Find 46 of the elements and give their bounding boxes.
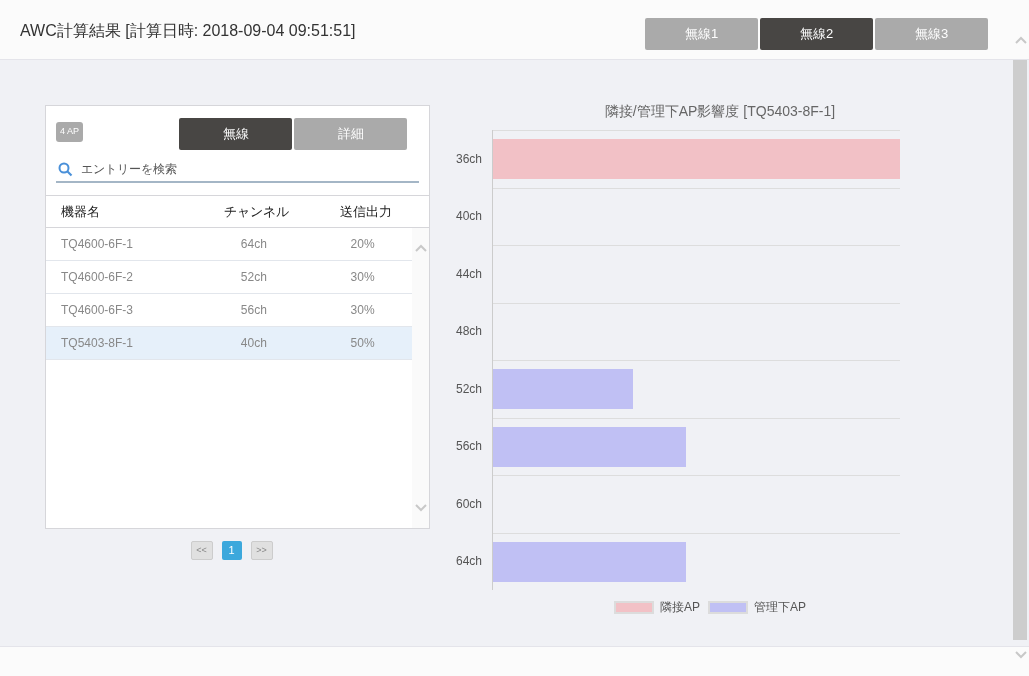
next-page-button[interactable]: >> — [250, 541, 273, 560]
axis-label: 56ch — [455, 438, 482, 456]
panel-tab[interactable]: 詳細 — [294, 118, 407, 150]
axis-label: 52ch — [455, 380, 482, 398]
table-cell-text: 30% — [349, 302, 376, 319]
ap-count-badge: 4 AP — [56, 122, 83, 142]
table-row[interactable]: TQ5403-8F-1 40ch 50% — [46, 327, 412, 360]
table-cell-text: TQ5403-8F-1 — [60, 335, 135, 352]
axis-label: 64ch — [455, 553, 482, 571]
panel-tab[interactable]: 無線 — [179, 118, 292, 150]
table-cell-text: 52ch — [239, 269, 268, 286]
search-field[interactable]: エントリーを検索 — [81, 160, 419, 178]
scroll-up-icon[interactable] — [1015, 36, 1027, 44]
table-cell-text: 56ch — [239, 302, 268, 319]
axis-label: 40ch — [455, 208, 482, 226]
prev-page-button[interactable]: << — [190, 541, 213, 560]
table-cell-text: TQ4600-6F-3 — [60, 302, 135, 319]
axis-label: 36ch — [455, 150, 482, 168]
scroll-up-icon[interactable] — [414, 244, 427, 252]
table-cell-text: TQ4600-6F-1 — [60, 236, 135, 253]
column-header: 送信出力 — [339, 202, 393, 221]
table-row[interactable]: TQ4600-6F-1 64ch 20% — [46, 228, 412, 261]
table-cell-text: 20% — [349, 236, 376, 253]
radio-tab[interactable]: 無線1 — [645, 18, 758, 50]
legend-label: 隣接AP — [660, 599, 700, 616]
table-row[interactable]: TQ4600-6F-2 52ch 30% — [46, 261, 412, 294]
scroll-down-icon[interactable] — [1015, 651, 1027, 659]
axis-label: 60ch — [455, 495, 482, 513]
table-cell-text: 64ch — [239, 236, 268, 253]
axis-label: 48ch — [455, 323, 482, 341]
radio-tab[interactable]: 無線3 — [875, 18, 988, 50]
scrollbar-thumb[interactable] — [1013, 60, 1027, 640]
table-cell-text: 40ch — [239, 335, 268, 352]
legend-label: 管理下AP — [754, 599, 806, 616]
chart-title: 隣接/管理下AP影響度 [TQ5403-8F-1] — [603, 102, 837, 121]
radio-tab[interactable]: 無線2 — [760, 18, 873, 50]
table-cell-text: 50% — [349, 335, 376, 352]
table-cell-text: TQ4600-6F-2 — [60, 269, 135, 286]
search-icon — [58, 161, 73, 177]
column-header: 機器名 — [60, 202, 101, 221]
column-header: チャンネル — [222, 202, 290, 221]
page-button[interactable]: 1 — [221, 541, 242, 560]
scroll-down-icon[interactable] — [414, 504, 427, 512]
axis-label: 44ch — [455, 265, 482, 283]
page-title: AWC計算結果 [計算日時: 2018-09-04 09:51:51] — [20, 21, 357, 41]
table-cell-text: 30% — [349, 269, 376, 286]
